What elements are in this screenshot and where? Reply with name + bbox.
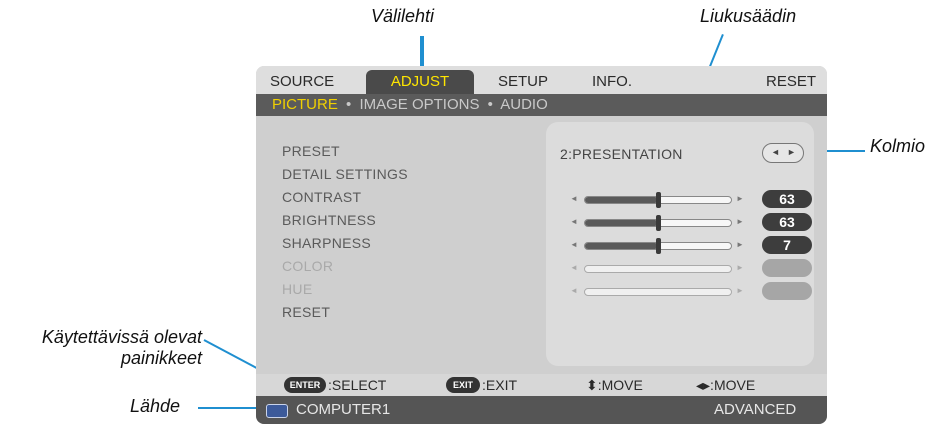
move-horizontal-label: ◂▸:MOVE xyxy=(696,377,756,393)
tab-reset[interactable]: RESET xyxy=(766,70,816,94)
move-vertical-label: ⬍:MOVE xyxy=(586,377,643,393)
contrast-value: 63 xyxy=(762,190,812,208)
hue-slider: ◄ ► xyxy=(570,286,744,296)
slider-track[interactable] xyxy=(584,238,732,254)
slider-left-arrow-icon: ◄ xyxy=(570,217,578,226)
subtab-separator: • xyxy=(487,96,493,113)
callout-triangle-label: Kolmio xyxy=(870,136,926,156)
slider-right-arrow-icon: ► xyxy=(736,240,744,249)
slider-left-arrow-icon: ◄ xyxy=(570,286,578,295)
menu-content: PRESET DETAIL SETTINGS CONTRAST BRIGHTNE… xyxy=(256,116,827,374)
subtab-image-options[interactable]: IMAGE OPTIONS xyxy=(359,96,479,113)
brightness-slider[interactable]: ◄ ► xyxy=(570,215,744,231)
triangle-left-icon[interactable]: ◄ xyxy=(771,147,780,157)
slider-track xyxy=(584,288,732,296)
menu-item-hue: HUE xyxy=(282,281,313,297)
tab-info[interactable]: INFO. xyxy=(592,70,632,94)
color-value xyxy=(762,259,812,277)
slider-track[interactable] xyxy=(584,215,732,231)
enter-select-label: :SELECT xyxy=(328,377,387,393)
slider-knob[interactable] xyxy=(656,215,661,231)
callout-slider-label: Liukusäädin xyxy=(700,6,797,26)
slider-right-arrow-icon: ► xyxy=(736,263,744,272)
slider-fill xyxy=(585,243,658,249)
contrast-slider[interactable]: ◄ ► xyxy=(570,192,744,208)
callout-tab-label: Välilehti xyxy=(371,6,435,26)
computer-source-icon xyxy=(266,404,288,418)
menu-item-brightness[interactable]: BRIGHTNESS xyxy=(282,212,376,228)
subtab-picture[interactable]: PICTURE xyxy=(272,96,338,113)
menu-item-detail-settings[interactable]: DETAIL SETTINGS xyxy=(282,166,408,182)
tab-source[interactable]: SOURCE xyxy=(270,70,334,94)
callout-line-tab xyxy=(420,36,424,66)
color-slider: ◄ ► xyxy=(570,263,744,273)
slider-right-arrow-icon: ► xyxy=(736,217,744,226)
settings-panel: 2:PRESENTATION ◄ ► ◄ ► 63 ◄ ► 63 ◄ ► 7 ◄… xyxy=(546,122,814,366)
slider-fill xyxy=(585,197,658,203)
callout-line-source xyxy=(198,407,258,409)
preset-triangle-selector[interactable]: ◄ ► xyxy=(762,143,804,163)
exit-key-icon: EXIT xyxy=(446,377,480,393)
callout-source-label: Lähde xyxy=(130,396,181,416)
slider-track[interactable] xyxy=(584,192,732,208)
available-buttons-bar: ENTER :SELECT EXIT :EXIT ⬍:MOVE ◂▸:MOVE xyxy=(256,374,827,396)
slider-knob[interactable] xyxy=(656,192,661,208)
subtab-audio[interactable]: AUDIO xyxy=(500,96,548,113)
slider-left-arrow-icon: ◄ xyxy=(570,240,578,249)
brightness-value: 63 xyxy=(762,213,812,231)
triangle-right-icon[interactable]: ► xyxy=(787,147,796,157)
slider-right-arrow-icon: ► xyxy=(736,286,744,295)
source-name: COMPUTER1 xyxy=(296,401,391,418)
menu-item-reset[interactable]: RESET xyxy=(282,304,330,320)
sharpness-value: 7 xyxy=(762,236,812,254)
menu-item-color: COLOR xyxy=(282,258,334,274)
subtab-bar: PICTURE • IMAGE OPTIONS • AUDIO xyxy=(256,94,827,116)
menu-item-preset[interactable]: PRESET xyxy=(282,143,340,159)
sharpness-slider[interactable]: ◄ ► xyxy=(570,238,744,254)
exit-label: :EXIT xyxy=(482,377,518,393)
slider-left-arrow-icon: ◄ xyxy=(570,194,578,203)
callout-buttons-line2: painikkeet xyxy=(120,348,202,368)
subtab-separator: • xyxy=(346,96,352,113)
tab-setup[interactable]: SETUP xyxy=(498,70,548,94)
menu-mode: ADVANCED xyxy=(714,401,797,418)
slider-knob[interactable] xyxy=(656,238,661,254)
slider-right-arrow-icon: ► xyxy=(736,194,744,203)
enter-key-icon: ENTER xyxy=(284,377,326,393)
slider-track xyxy=(584,265,732,273)
slider-fill xyxy=(585,220,658,226)
source-status-bar: COMPUTER1 ADVANCED xyxy=(256,396,827,424)
callout-buttons-label: Käytettävissä olevat painikkeet xyxy=(8,327,202,369)
menu-item-sharpness[interactable]: SHARPNESS xyxy=(282,235,371,251)
menu-item-contrast[interactable]: CONTRAST xyxy=(282,189,361,205)
tab-adjust[interactable]: ADJUST xyxy=(366,70,474,94)
tab-bar: SOURCE ADJUST SETUP INFO. RESET xyxy=(256,66,827,94)
preset-value: 2:PRESENTATION xyxy=(560,146,683,162)
projector-menu: SOURCE ADJUST SETUP INFO. RESET PICTURE … xyxy=(256,66,827,424)
callout-buttons-line1: Käytettävissä olevat xyxy=(41,327,202,347)
slider-left-arrow-icon: ◄ xyxy=(570,263,578,272)
hue-value xyxy=(762,282,812,300)
